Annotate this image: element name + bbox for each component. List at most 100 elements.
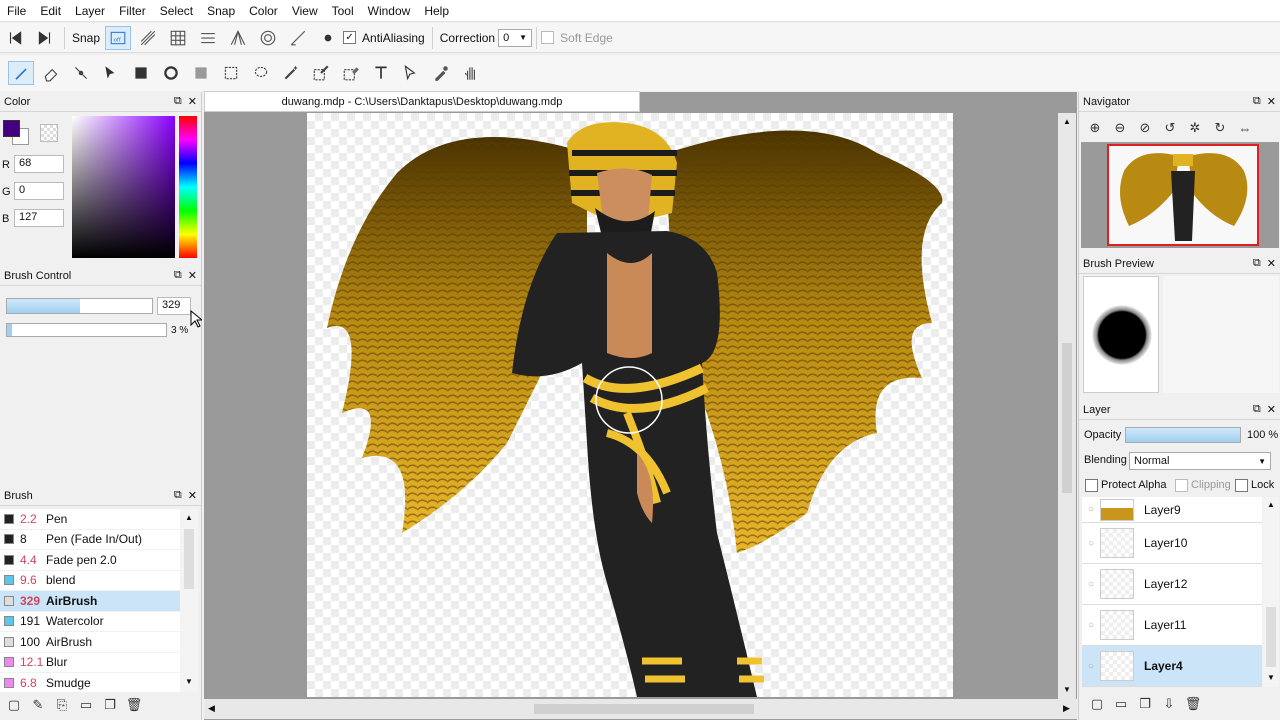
undock-icon[interactable]: ⧉: [1253, 403, 1261, 416]
chevron-down-icon[interactable]: ▼: [1063, 685, 1071, 694]
visibility-icon[interactable]: ○: [1082, 579, 1100, 590]
lasso-tool-icon[interactable]: [248, 61, 274, 85]
snap-lines-icon[interactable]: [195, 26, 221, 50]
chevron-down-icon[interactable]: ▼: [185, 677, 193, 686]
visibility-icon[interactable]: ○: [1082, 661, 1100, 672]
brush-list-item[interactable]: 9.6 blend: [0, 571, 180, 591]
select-pen-icon[interactable]: [308, 61, 334, 85]
menu-select[interactable]: Select: [153, 1, 200, 21]
snap-parallel-icon[interactable]: [135, 26, 161, 50]
navigator-preview[interactable]: [1081, 142, 1279, 248]
brush-list-item[interactable]: 2.2 Pen: [0, 509, 180, 530]
layer-list-scrollbar[interactable]: ▲ ▼: [1263, 497, 1279, 687]
layer-row[interactable]: ○ Layer11: [1082, 605, 1262, 646]
visibility-icon[interactable]: ○: [1082, 504, 1100, 515]
clipping-checkbox[interactable]: [1175, 479, 1188, 492]
menu-file[interactable]: File: [0, 1, 33, 21]
new-brush-icon[interactable]: ▢: [6, 697, 22, 713]
rotate-reset-icon[interactable]: ✲: [1187, 120, 1203, 136]
merge-layer-icon[interactable]: ⇩: [1161, 696, 1177, 712]
lock-checkbox[interactable]: [1235, 479, 1248, 492]
scroll-thumb[interactable]: [1266, 607, 1276, 667]
menu-help[interactable]: Help: [417, 1, 456, 21]
brush-list-item[interactable]: 12.1 Blur: [0, 653, 180, 673]
canvas-vertical-scrollbar[interactable]: ▲ ▼: [1058, 113, 1076, 699]
chevron-left-icon[interactable]: ◀: [208, 703, 215, 714]
zoom-in-icon[interactable]: ⊕: [1087, 120, 1103, 136]
transparent-color-swatch[interactable]: [40, 124, 58, 142]
layer-opacity-slider[interactable]: [1125, 427, 1241, 443]
menu-filter[interactable]: Filter: [112, 1, 153, 21]
prev-icon[interactable]: [2, 26, 28, 50]
brush-list-item[interactable]: 329 AirBrush: [0, 591, 180, 612]
layer-row[interactable]: ○ Layer10: [1082, 523, 1262, 564]
correction-select[interactable]: 0 ▼: [498, 28, 533, 47]
scroll-thumb[interactable]: [1062, 343, 1072, 493]
blending-select[interactable]: Normal ▼: [1129, 452, 1271, 470]
new-folder-icon[interactable]: ▭: [1113, 696, 1129, 712]
eyedropper-icon[interactable]: [428, 61, 454, 85]
visibility-icon[interactable]: ○: [1082, 620, 1100, 631]
visibility-icon[interactable]: ○: [1082, 538, 1100, 549]
brush-list-item[interactable]: 8 Pen (Fade In/Out): [0, 530, 180, 550]
eraser-tool-icon[interactable]: [38, 61, 64, 85]
magic-wand-icon[interactable]: [278, 61, 304, 85]
close-icon[interactable]: ✕: [188, 95, 197, 108]
brush-list-item[interactable]: 6.8 Smudge: [0, 673, 180, 692]
menu-view[interactable]: View: [285, 1, 325, 21]
rotate-left-icon[interactable]: ↺: [1162, 120, 1178, 136]
brush-list-item[interactable]: 100 AirBrush: [0, 632, 180, 653]
close-icon[interactable]: ✕: [188, 269, 197, 282]
trash-icon[interactable]: 🗑: [1185, 696, 1202, 712]
chevron-up-icon[interactable]: ▲: [1267, 500, 1275, 509]
layer-row[interactable]: ○ Layer4: [1082, 646, 1262, 687]
rotate-right-icon[interactable]: ↻: [1212, 120, 1228, 136]
antialiasing-checkbox[interactable]: ✓: [343, 31, 357, 44]
snap-off-icon[interactable]: off: [105, 25, 132, 50]
protect-alpha-checkbox[interactable]: [1085, 479, 1098, 492]
dot-tool-icon[interactable]: [68, 61, 94, 85]
fill-tool-icon[interactable]: [158, 61, 184, 85]
brush-list-item[interactable]: 4.4 Fade pen 2.0: [0, 550, 180, 571]
soft-edge-checkbox[interactable]: [541, 31, 555, 44]
undock-icon[interactable]: ⧉: [174, 489, 182, 502]
pen-tool-icon[interactable]: [8, 61, 34, 85]
menu-color[interactable]: Color: [242, 1, 285, 21]
snap-circle-icon[interactable]: [255, 26, 281, 50]
zoom-fit-icon[interactable]: ⊘: [1137, 120, 1153, 136]
copy-brush-icon[interactable]: ⎘: [54, 697, 70, 713]
select-eraser-icon[interactable]: [338, 61, 364, 85]
undock-icon[interactable]: ⧉: [174, 95, 182, 108]
trash-icon[interactable]: 🗑: [126, 697, 143, 713]
undock-icon[interactable]: ⧉: [1253, 257, 1261, 270]
drawing-canvas[interactable]: [307, 113, 953, 697]
hand-tool-icon[interactable]: [458, 61, 484, 85]
close-icon[interactable]: ✕: [188, 489, 197, 502]
menu-edit[interactable]: Edit: [33, 1, 68, 21]
brush-list-scrollbar[interactable]: ▲ ▼: [180, 509, 198, 692]
chevron-up-icon[interactable]: ▲: [185, 513, 193, 522]
move-tool-icon[interactable]: [98, 61, 124, 85]
r-input[interactable]: 68: [14, 155, 64, 173]
snap-dot-icon[interactable]: [315, 26, 341, 50]
close-icon[interactable]: ✕: [1267, 403, 1276, 416]
brush-size-slider[interactable]: [6, 298, 153, 314]
brush-opacity-slider[interactable]: [6, 323, 167, 337]
canvas-horizontal-scrollbar[interactable]: ◀ ▶: [204, 699, 1077, 719]
layer-row[interactable]: ○ Layer12: [1082, 564, 1262, 605]
menu-layer[interactable]: Layer: [68, 1, 112, 21]
next-icon[interactable]: [32, 26, 58, 50]
scroll-thumb[interactable]: [184, 529, 194, 589]
menu-snap[interactable]: Snap: [200, 1, 242, 21]
operation-tool-icon[interactable]: [398, 61, 424, 85]
chevron-up-icon[interactable]: ▲: [1063, 117, 1071, 126]
select-tool-icon[interactable]: [218, 61, 244, 85]
chevron-down-icon[interactable]: ▼: [1267, 673, 1275, 682]
edit-brush-icon[interactable]: ✎: [30, 697, 46, 713]
menu-window[interactable]: Window: [361, 1, 418, 21]
undock-icon[interactable]: ⧉: [174, 269, 182, 282]
snap-curve-icon[interactable]: [285, 26, 311, 50]
brush-list-item[interactable]: 191 Watercolor: [0, 612, 180, 632]
snap-perspective-icon[interactable]: [225, 26, 251, 50]
layer-row[interactable]: ○ Layer9: [1082, 497, 1262, 523]
